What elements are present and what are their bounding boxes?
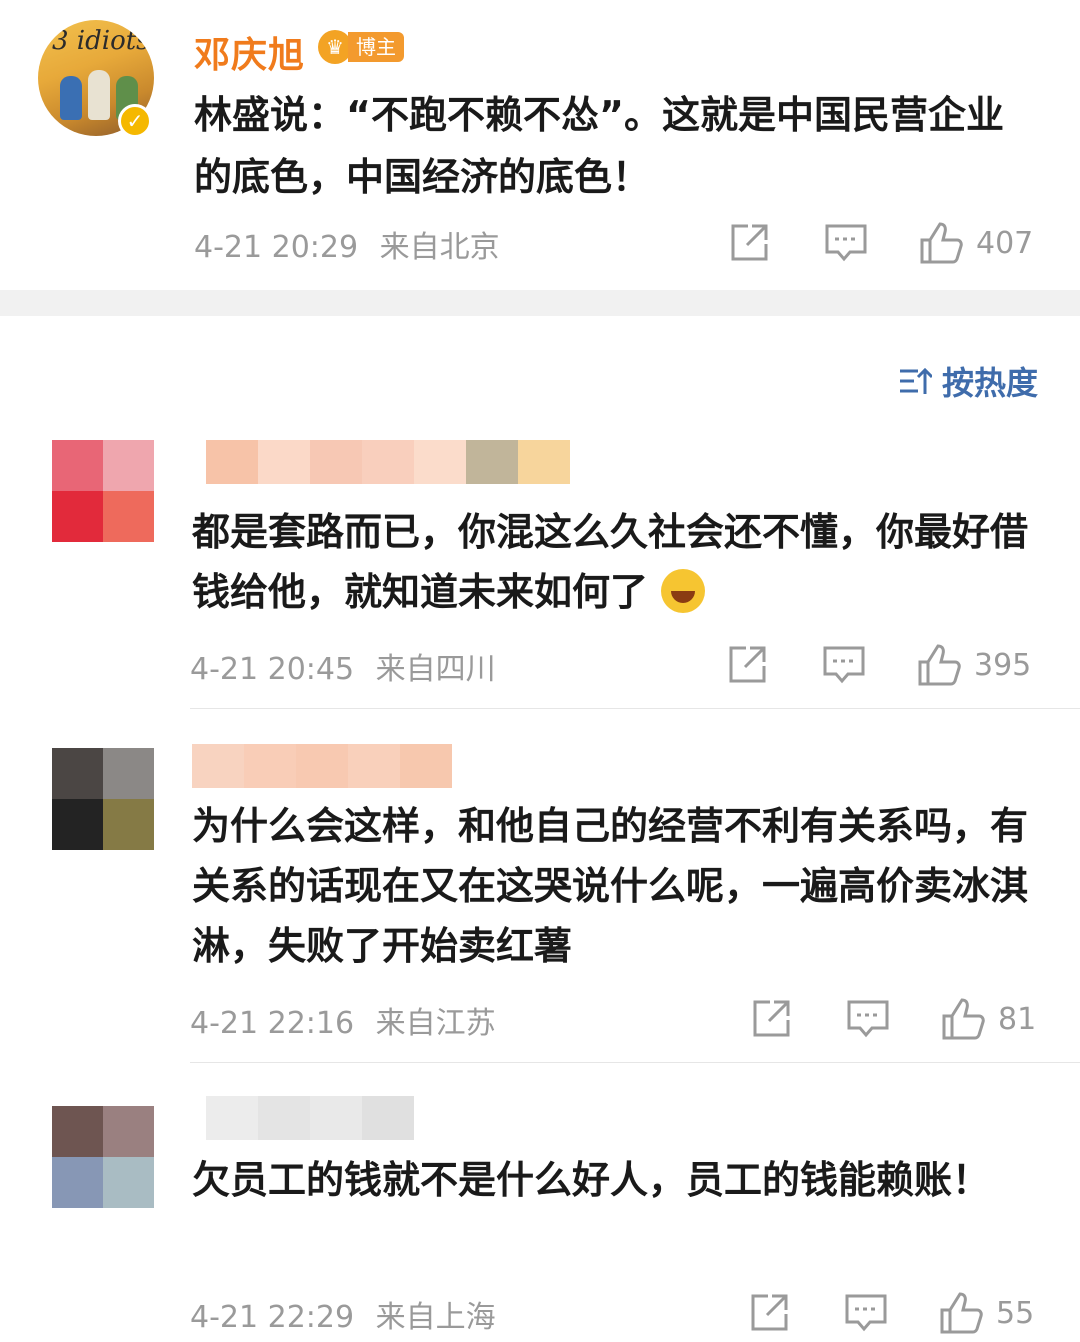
share-icon bbox=[751, 1294, 788, 1331]
comment-time: 4-21 22:16 bbox=[190, 1006, 355, 1041]
commenter-avatar[interactable] bbox=[52, 1106, 154, 1208]
like-button[interactable]: 407 bbox=[918, 220, 1033, 266]
like-count: 81 bbox=[998, 1001, 1037, 1037]
share-button[interactable] bbox=[726, 644, 768, 686]
comment-location: 来自上海 bbox=[375, 1300, 496, 1335]
thumbs-up-icon bbox=[942, 998, 985, 1040]
commenter-avatar[interactable] bbox=[52, 440, 154, 542]
crown-icon: ♛ bbox=[318, 30, 352, 64]
comment-time: 4-21 20:45 bbox=[190, 652, 355, 687]
like-count: 395 bbox=[974, 647, 1032, 683]
commenter-name-blurred[interactable] bbox=[206, 440, 570, 484]
share-button[interactable] bbox=[748, 1292, 790, 1334]
comment-meta: 4-21 22:16 来自江苏 bbox=[190, 998, 496, 1042]
thumbs-up-icon bbox=[940, 1292, 983, 1334]
comment-meta: 4-21 22:29 来自上海 bbox=[190, 1292, 496, 1336]
laughing-tears-icon bbox=[661, 569, 706, 613]
like-button[interactable]: 81 bbox=[940, 996, 1036, 1042]
comment-text-content: 都是套路而已，你混这么久社会还不懂，你最好借钱给他，就知道未来如何了 bbox=[192, 510, 1029, 614]
sort-icon bbox=[899, 367, 932, 394]
comment-location: 来自江苏 bbox=[375, 1006, 496, 1041]
share-button[interactable] bbox=[728, 222, 770, 264]
comment-time: 4-21 22:29 bbox=[190, 1300, 355, 1335]
comment-icon bbox=[825, 224, 867, 262]
reply-button[interactable] bbox=[846, 998, 890, 1040]
author-name[interactable]: 邓庆旭 bbox=[194, 26, 305, 78]
divider bbox=[190, 708, 1080, 709]
reply-button[interactable] bbox=[822, 644, 866, 686]
post-meta: 4-21 20:29 来自北京 bbox=[194, 222, 500, 266]
post-text: 林盛说：“不跑不赖不怂”。这就是中国民营企业的底色，中国经济的底色！ bbox=[194, 93, 1004, 199]
post-time: 4-21 20:29 bbox=[194, 230, 359, 265]
thumbs-up-icon bbox=[920, 222, 963, 264]
share-icon bbox=[731, 224, 768, 261]
verified-icon: ✓ bbox=[118, 104, 152, 138]
like-button[interactable]: 395 bbox=[916, 642, 1031, 688]
avatar-image-text: 3 idiots bbox=[52, 26, 150, 56]
comment-button[interactable] bbox=[824, 222, 868, 264]
comment-text: 为什么会这样，和他自己的经营不利有关系吗，有关系的话现在又在这哭说什么呢，一遍高… bbox=[192, 804, 1029, 968]
share-icon bbox=[729, 646, 766, 683]
badge-label: 博主 bbox=[348, 32, 404, 62]
sort-label: 按热度 bbox=[941, 364, 1038, 402]
share-icon bbox=[753, 1000, 790, 1037]
like-button[interactable]: 55 bbox=[938, 1290, 1034, 1336]
like-count: 407 bbox=[976, 225, 1034, 261]
section-separator bbox=[0, 290, 1080, 316]
avatar-figure bbox=[88, 70, 110, 120]
commenter-name-blurred[interactable] bbox=[206, 1096, 414, 1140]
like-count: 55 bbox=[996, 1295, 1035, 1331]
commenter-avatar[interactable] bbox=[52, 748, 154, 850]
reply-button[interactable] bbox=[844, 1292, 888, 1334]
comment-icon bbox=[847, 1000, 889, 1038]
blogger-badge: ♛ 博主 bbox=[318, 30, 404, 64]
comment-meta: 4-21 20:45 来自四川 bbox=[190, 644, 496, 688]
thumbs-up-icon bbox=[918, 644, 961, 686]
post-location: 来自北京 bbox=[379, 230, 500, 265]
comment-text: 都是套路而已，你混这么久社会还不懂，你最好借钱给他，就知道未来如何了 bbox=[192, 502, 1042, 622]
sort-by-hot-button[interactable]: 按热度 bbox=[898, 358, 1038, 404]
commenter-name-blurred[interactable] bbox=[192, 744, 452, 788]
comment-icon bbox=[823, 646, 865, 684]
comment-text: 欠员工的钱就不是什么好人，员工的钱能赖账！ bbox=[192, 1158, 991, 1202]
comment-location: 来自四川 bbox=[375, 652, 496, 687]
avatar-figure bbox=[60, 76, 82, 120]
comment-icon bbox=[845, 1294, 887, 1332]
share-button[interactable] bbox=[750, 998, 792, 1040]
divider bbox=[190, 1062, 1080, 1063]
